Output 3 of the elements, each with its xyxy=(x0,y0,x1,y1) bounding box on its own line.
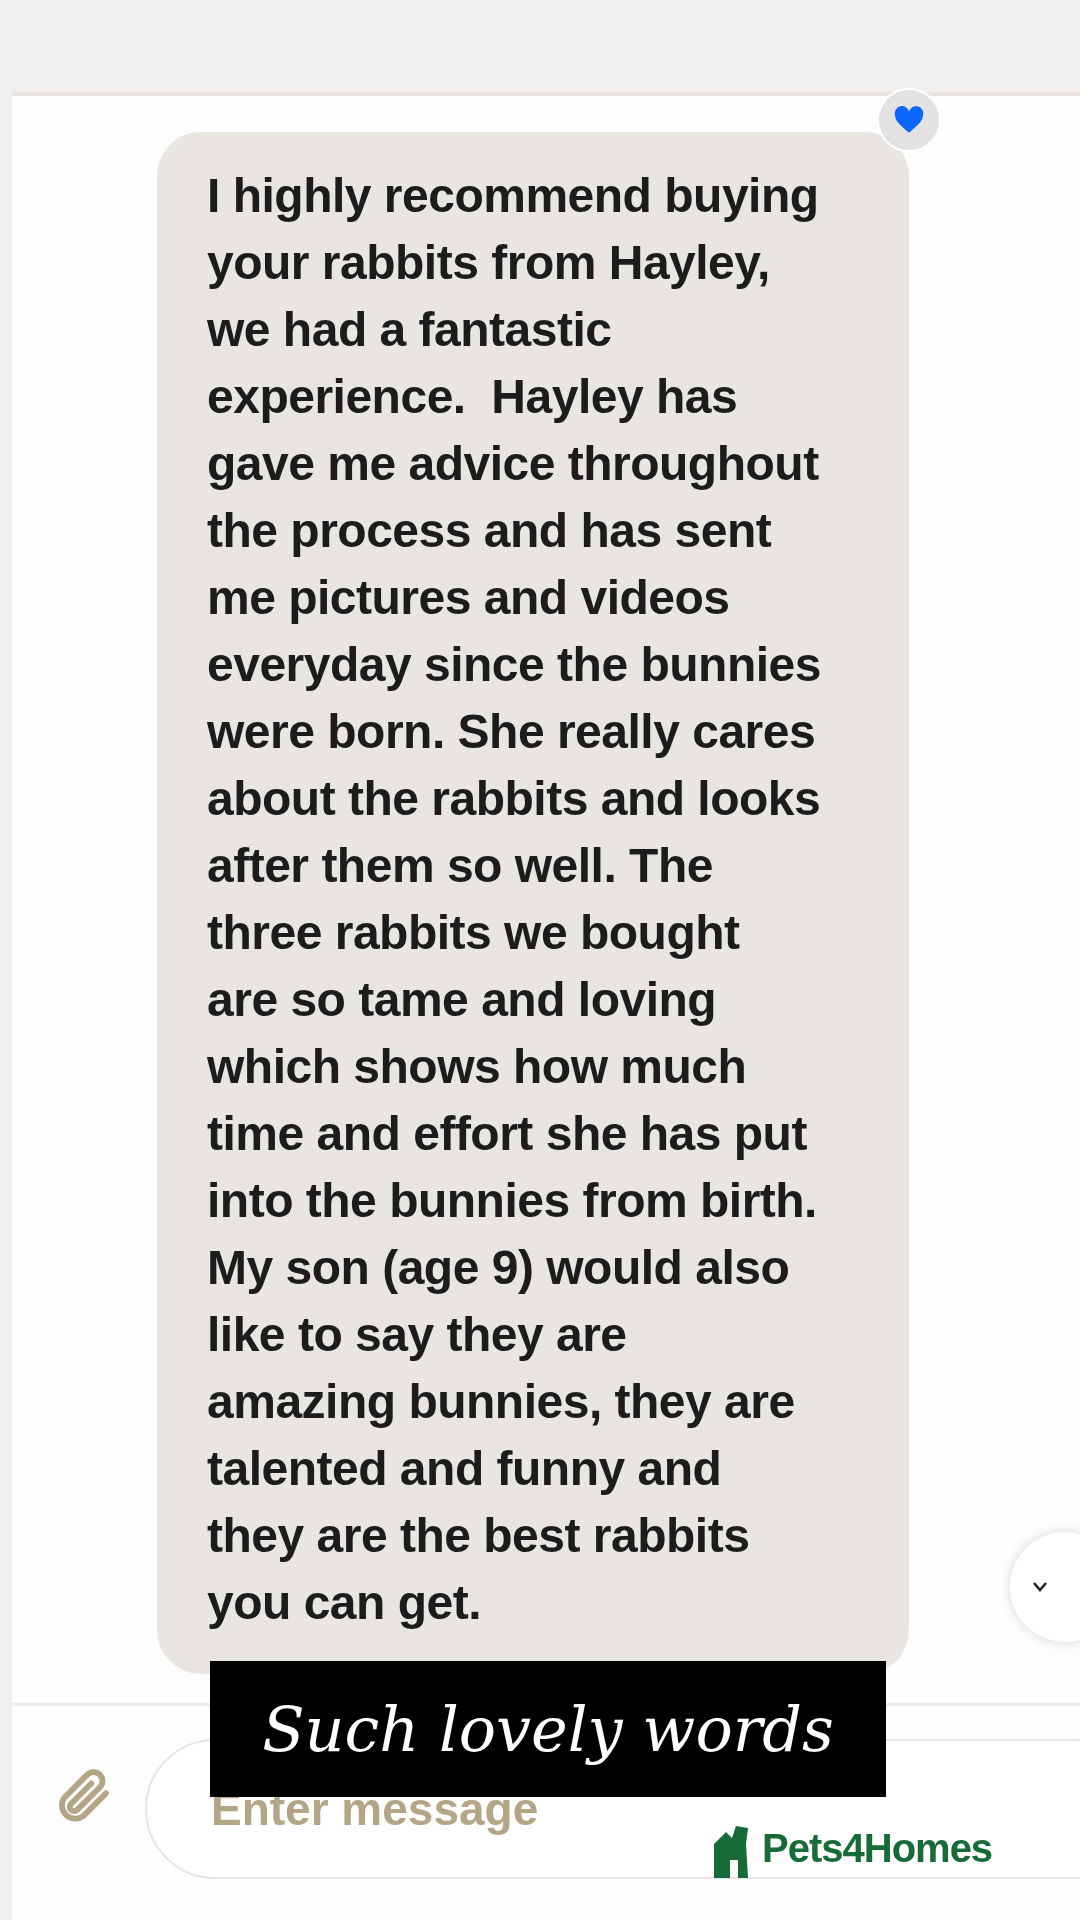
chevron-down-icon xyxy=(1032,1581,1048,1593)
message-text: I highly recommend buying your rabbits from Hayley, we had a fantastic experience. Hayley has gave me advice throughout the process and has sent me pictures and videos everyday since the bunnies were born. She really cares about the rabbits and looks after them so well. The three rabbits we bought are so tame and loving which shows how much time and effort she has put into the bunnies from birth. My son (age 9) would also like to say they are amazing bunnies, they are talented and funny and they are the best rabbits you can get. xyxy=(207,168,822,1631)
brand-logo: Pets4Homes xyxy=(762,1825,993,1872)
